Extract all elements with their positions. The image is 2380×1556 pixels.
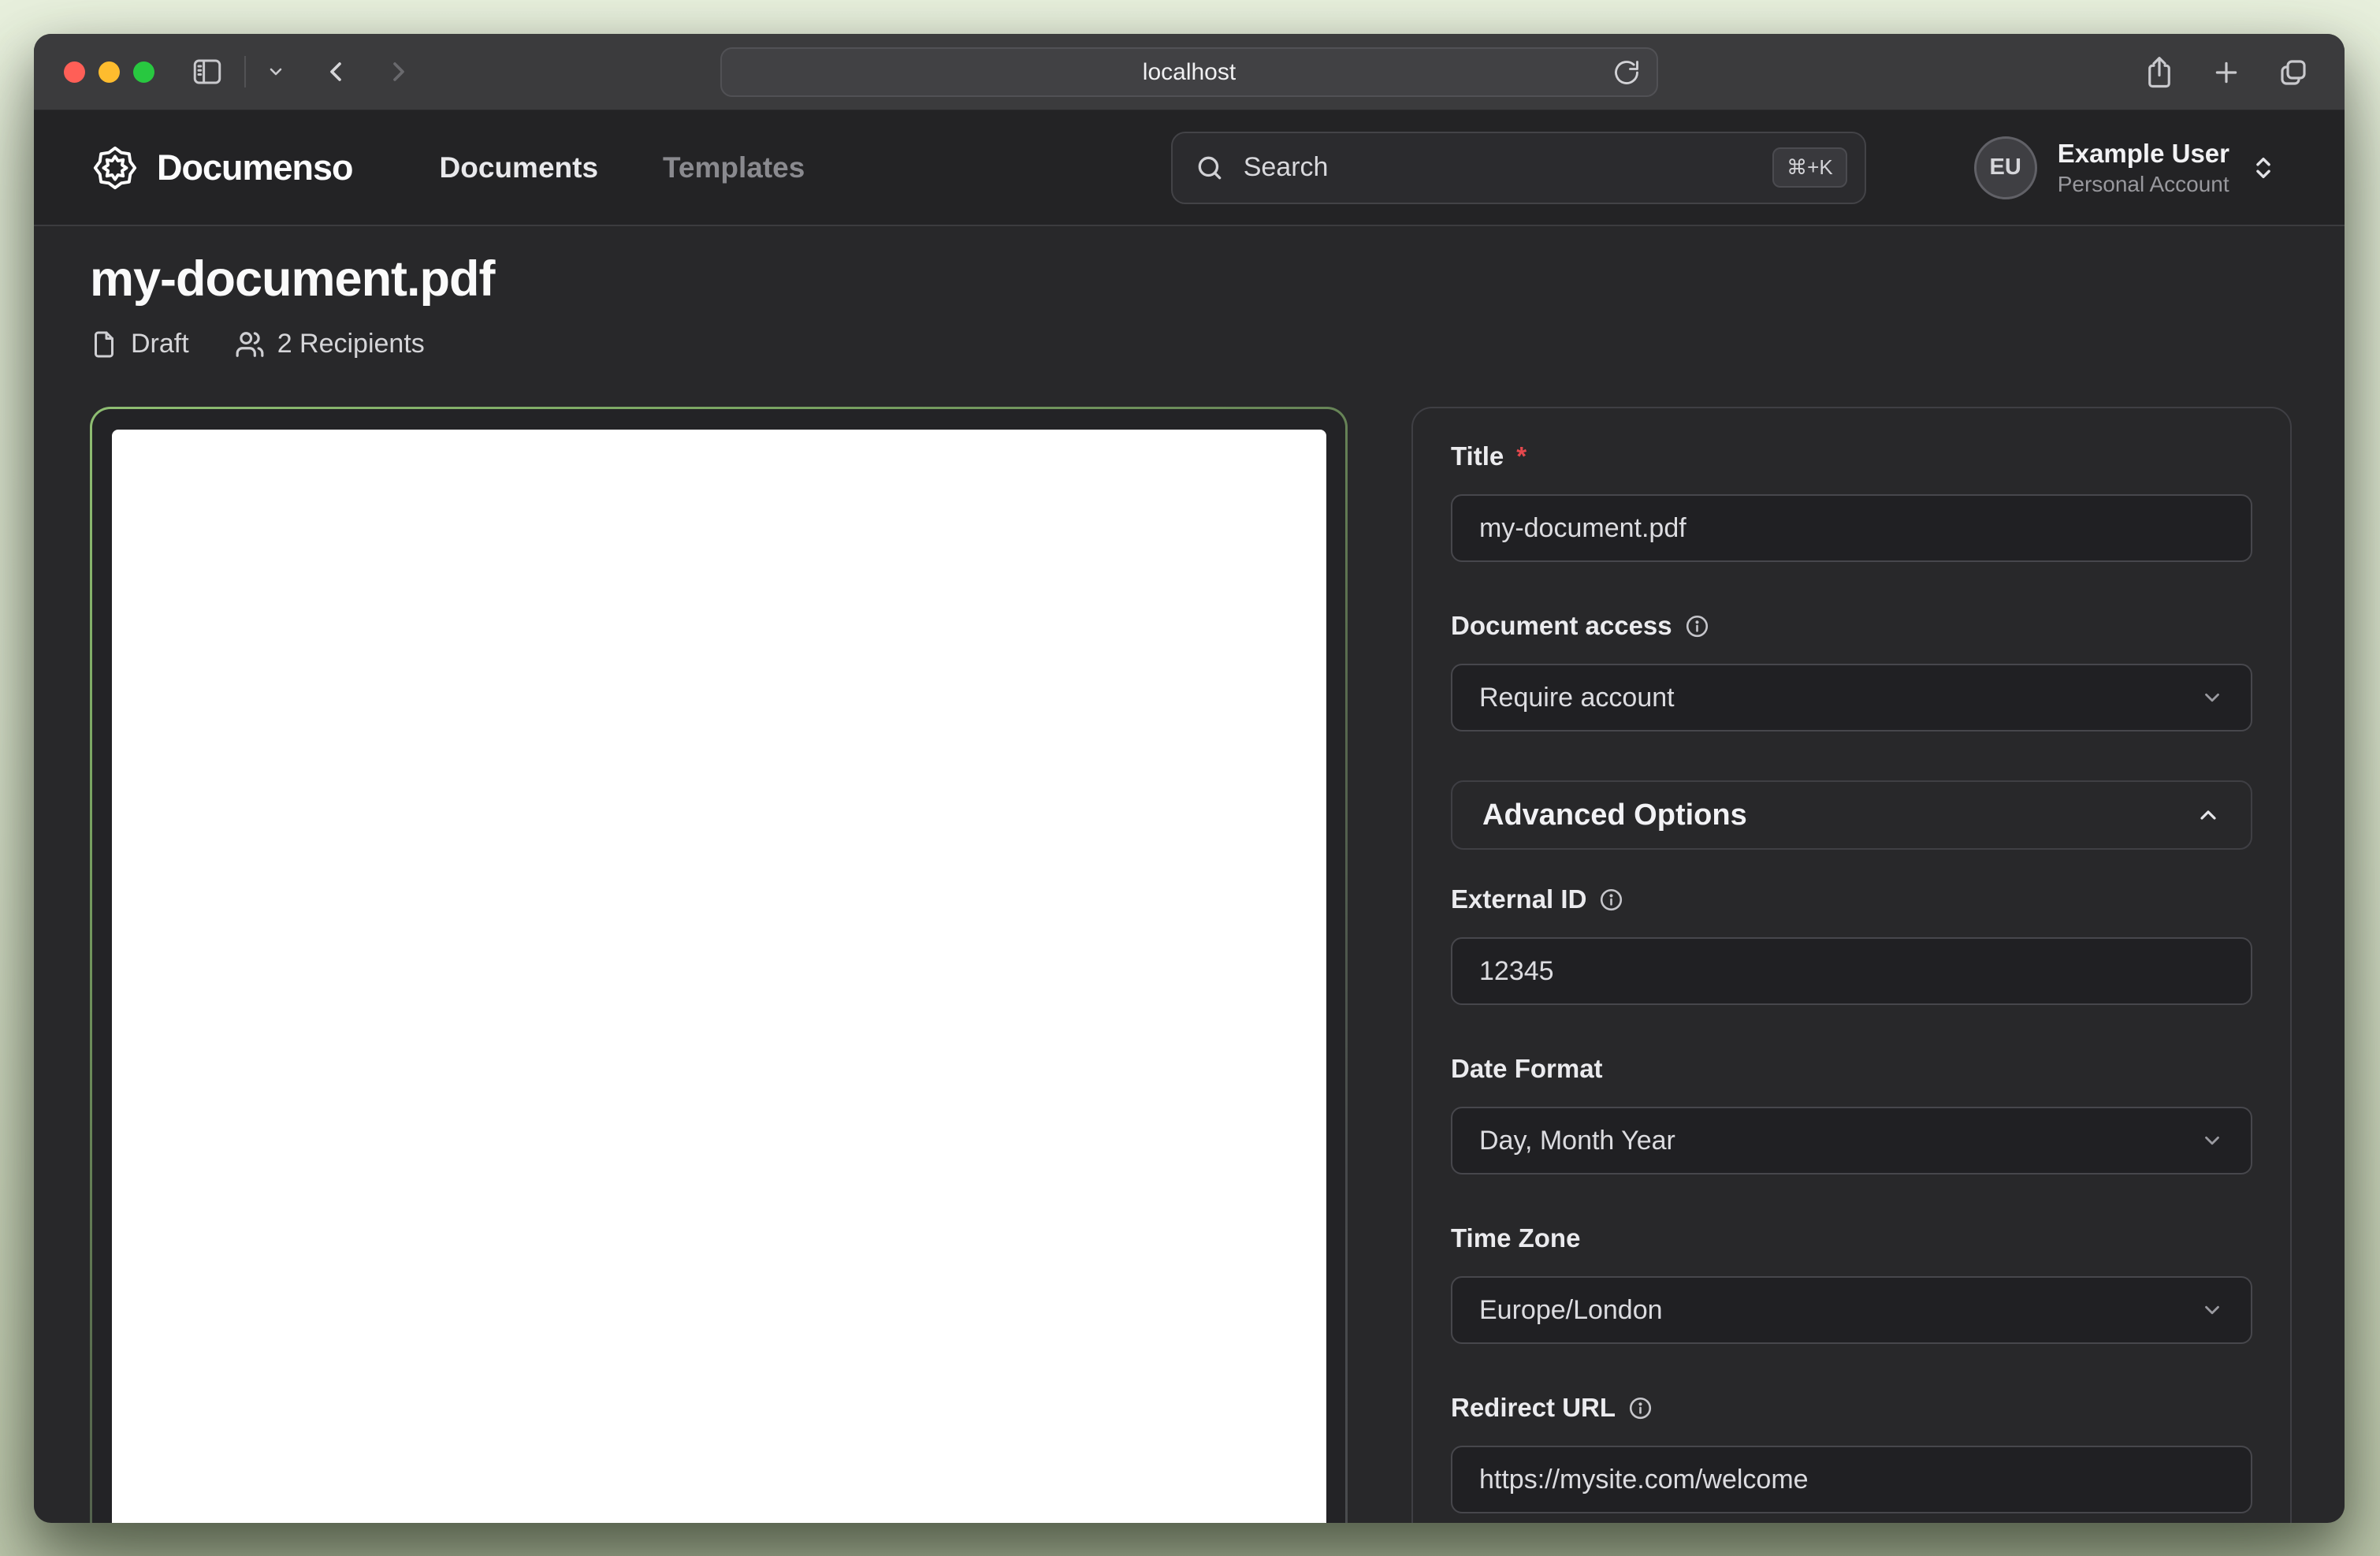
advanced-options-toggle[interactable]: Advanced Options bbox=[1451, 780, 2252, 850]
recipients-text: 2 Recipients bbox=[277, 329, 425, 359]
status-text: Draft bbox=[131, 329, 189, 359]
chevrons-up-down-icon bbox=[2250, 154, 2277, 181]
account-type: Personal Account bbox=[2058, 170, 2229, 198]
browser-window: localhost bbox=[34, 34, 2345, 1523]
time-zone-group: Time Zone Europe/London bbox=[1451, 1223, 2252, 1344]
time-zone-label: Time Zone bbox=[1451, 1223, 2252, 1253]
address-bar-url: localhost bbox=[1143, 59, 1236, 86]
document-access-label: Document access bbox=[1451, 611, 2252, 641]
recipients-badge: 2 Recipients bbox=[235, 329, 425, 359]
chevron-up-icon bbox=[2196, 802, 2221, 828]
minimize-window-button[interactable] bbox=[99, 61, 120, 83]
nav-documents[interactable]: Documents bbox=[440, 151, 598, 184]
avatar: EU bbox=[1974, 136, 2037, 199]
chevron-down-icon bbox=[2200, 1129, 2224, 1152]
info-icon[interactable] bbox=[1685, 614, 1709, 638]
document-preview-frame bbox=[92, 409, 1345, 1523]
date-format-value: Day, Month Year bbox=[1479, 1126, 1675, 1156]
zoom-window-button[interactable] bbox=[133, 61, 154, 83]
time-zone-select[interactable]: Europe/London bbox=[1451, 1276, 2252, 1344]
close-window-button[interactable] bbox=[64, 61, 85, 83]
toolbar-divider bbox=[244, 56, 246, 87]
external-id-label: External ID bbox=[1451, 884, 2252, 914]
tab-group-chevron-icon[interactable] bbox=[266, 62, 285, 81]
traffic-lights bbox=[64, 61, 154, 83]
title-label-text: Title bbox=[1451, 441, 1504, 471]
redirect-url-label-text: Redirect URL bbox=[1451, 1393, 1616, 1423]
title-input[interactable] bbox=[1451, 494, 2252, 562]
users-icon bbox=[235, 329, 265, 359]
address-bar[interactable]: localhost bbox=[720, 47, 1658, 97]
document-meta: Draft 2 Recipients bbox=[90, 329, 2292, 359]
chevron-down-icon bbox=[2200, 686, 2224, 709]
search-placeholder: Search bbox=[1244, 152, 1329, 183]
tab-overview-icon[interactable] bbox=[2277, 56, 2310, 89]
date-format-select[interactable]: Day, Month Year bbox=[1451, 1107, 2252, 1174]
page-title: my-document.pdf bbox=[90, 253, 2292, 305]
redirect-url-input[interactable] bbox=[1451, 1446, 2252, 1513]
document-access-select[interactable]: Require account bbox=[1451, 664, 2252, 731]
document-settings-panel: Title * Document access bbox=[1411, 407, 2292, 1523]
refresh-icon[interactable] bbox=[1612, 58, 1641, 87]
pdf-page bbox=[112, 430, 1326, 1523]
document-access-group: Document access Require account bbox=[1451, 611, 2252, 731]
search-shortcut-badge: ⌘+K bbox=[1772, 147, 1847, 188]
account-name: Example User bbox=[2058, 137, 2229, 169]
file-icon bbox=[90, 330, 118, 359]
main-nav: Documents Templates bbox=[440, 151, 805, 184]
avatar-initials: EU bbox=[1990, 154, 2021, 181]
required-asterisk: * bbox=[1516, 441, 1527, 471]
advanced-options-label: Advanced Options bbox=[1482, 798, 1747, 832]
info-icon[interactable] bbox=[1599, 888, 1623, 912]
document-access-label-text: Document access bbox=[1451, 611, 1672, 641]
browser-titlebar: localhost bbox=[34, 34, 2345, 110]
date-format-label: Date Format bbox=[1451, 1054, 2252, 1084]
chevron-down-icon bbox=[2200, 1298, 2224, 1322]
account-menu[interactable]: EU Example User Personal Account bbox=[1974, 136, 2277, 199]
redirect-url-label: Redirect URL bbox=[1451, 1393, 2252, 1423]
new-tab-icon[interactable] bbox=[2211, 57, 2242, 88]
date-format-group: Date Format Day, Month Year bbox=[1451, 1054, 2252, 1174]
share-icon[interactable] bbox=[2143, 56, 2176, 89]
info-icon[interactable] bbox=[1628, 1396, 1653, 1420]
brand-name: Documenso bbox=[157, 147, 353, 188]
document-preview-card bbox=[90, 407, 1348, 1523]
document-access-value: Require account bbox=[1479, 683, 1675, 713]
brand-logo[interactable]: Documenso bbox=[91, 143, 353, 192]
external-id-label-text: External ID bbox=[1451, 884, 1586, 914]
external-id-input[interactable] bbox=[1451, 937, 2252, 1005]
external-id-group: External ID bbox=[1451, 884, 2252, 1005]
forward-button-icon[interactable] bbox=[383, 56, 415, 87]
desktop-background: localhost bbox=[0, 0, 2380, 1556]
time-zone-label-text: Time Zone bbox=[1451, 1223, 1580, 1253]
title-label: Title * bbox=[1451, 441, 2252, 471]
back-button-icon[interactable] bbox=[320, 56, 351, 87]
status-badge: Draft bbox=[90, 329, 189, 359]
title-field-group: Title * bbox=[1451, 441, 2252, 562]
app-header: Documenso Documents Templates Search ⌘+K… bbox=[34, 110, 2345, 226]
nav-templates[interactable]: Templates bbox=[663, 151, 805, 184]
time-zone-value: Europe/London bbox=[1479, 1295, 1663, 1326]
redirect-url-group: Redirect URL bbox=[1451, 1393, 2252, 1513]
sidebar-toggle-icon[interactable] bbox=[191, 55, 224, 88]
search-input[interactable]: Search ⌘+K bbox=[1171, 132, 1866, 204]
date-format-label-text: Date Format bbox=[1451, 1054, 1603, 1084]
main-content: my-document.pdf Draft 2 Recipients bbox=[34, 226, 2345, 1521]
search-icon bbox=[1195, 153, 1225, 183]
documenso-logo-icon bbox=[91, 143, 139, 192]
